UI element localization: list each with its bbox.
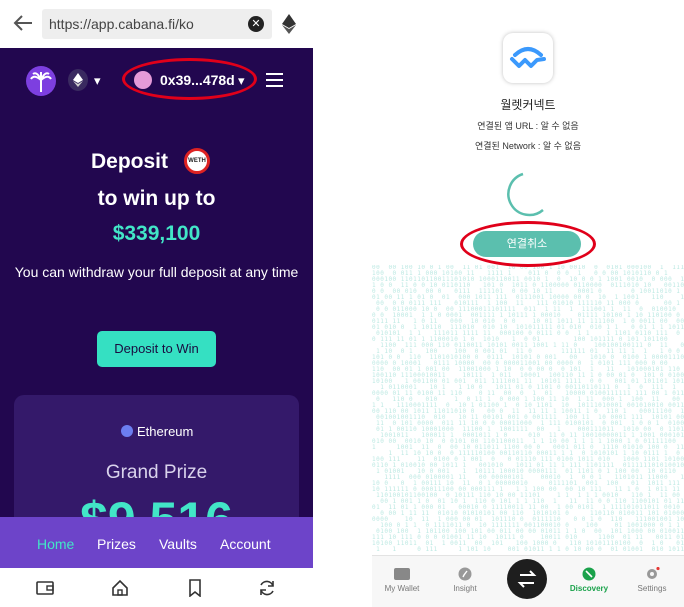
back-arrow-icon[interactable] — [12, 12, 34, 34]
avatar[interactable] — [134, 71, 152, 89]
nav-label: Settings — [637, 584, 667, 593]
clear-url-icon[interactable]: ✕ — [248, 16, 264, 32]
nav-discovery[interactable]: Discovery — [559, 556, 619, 593]
tab-prizes[interactable]: Prizes — [97, 536, 136, 552]
dapp-url-info: 연결된 앱 URL : 알 수 없음 — [477, 121, 579, 131]
home-icon[interactable] — [111, 579, 129, 597]
swap-button[interactable] — [507, 559, 547, 599]
deposit-to-win-button[interactable]: Deposit to Win — [97, 331, 216, 367]
account-chevron-down-icon[interactable]: ▾ — [238, 73, 245, 89]
browser-bottom-bar — [0, 568, 313, 607]
hero-prize-amount: $339,100 — [112, 222, 201, 245]
tab-bar: Home Prizes Vaults Account — [0, 517, 313, 568]
hero-subtitle: to win up to — [97, 187, 216, 210]
swap-arrows-icon — [517, 570, 537, 588]
bookmark-icon[interactable] — [186, 579, 204, 597]
account-address[interactable]: 0x39...478d — [160, 72, 235, 88]
gear-icon — [647, 567, 660, 579]
nav-label: Discovery — [569, 584, 609, 593]
walletconnect-title: 월렛커넥트 — [500, 98, 556, 112]
tab-account[interactable]: Account — [220, 536, 271, 552]
hero-title: Deposit — [91, 150, 169, 173]
card-heading: Grand Prize — [105, 462, 208, 483]
tab-vaults[interactable]: Vaults — [159, 536, 197, 552]
network-chevron-down-icon[interactable]: ▾ — [94, 73, 101, 89]
disconnect-highlight-ring — [460, 221, 596, 267]
cabana-palm-logo-icon[interactable] — [26, 66, 56, 96]
network-ethereum-icon[interactable] — [68, 69, 88, 91]
nav-label: My Wallet — [384, 584, 420, 593]
loading-spinner — [507, 172, 544, 217]
nav-label: Insight — [453, 584, 477, 593]
browser-toolbar: https://app.cabana.fi/ko ✕ — [0, 0, 313, 48]
card-network: Ethereum — [137, 424, 194, 439]
menu-icon[interactable] — [266, 73, 283, 87]
network-info: 연결된 Network : 알 수 없음 — [475, 141, 581, 151]
wallet-app-panel: 00 00 100 10 0 1 00 11 01 001 10 00 100 … — [372, 0, 684, 607]
nav-settings[interactable]: Settings — [622, 556, 682, 593]
weth-token-icon: WETH — [184, 148, 210, 174]
matrix-background-pattern: 00 00 100 10 0 1 00 11 01 001 10 00 100 … — [372, 265, 684, 553]
nav-insight[interactable]: Insight — [435, 556, 495, 593]
hero-description: You can withdraw your full deposit at an… — [14, 264, 299, 280]
ethereum-icon — [121, 425, 133, 437]
wallet-bottom-nav: My Wallet Insight Discovery Settings — [372, 555, 684, 607]
cabana-app-panel: https://app.cabana.fi/ko ✕ ▾ 0x39...478d… — [0, 0, 313, 607]
ethereum-icon[interactable] — [282, 14, 296, 34]
walletconnect-logo-icon — [503, 33, 553, 83]
url-bar[interactable]: https://app.cabana.fi/ko ✕ — [42, 9, 272, 39]
wallet-icon — [394, 568, 410, 580]
nav-my-wallet[interactable]: My Wallet — [372, 556, 432, 593]
discovery-icon — [582, 567, 596, 581]
screen: https://app.cabana.fi/ko ✕ ▾ 0x39...478d… — [0, 0, 684, 607]
wallet-icon[interactable] — [36, 579, 54, 597]
insight-icon — [458, 567, 472, 581]
tab-home[interactable]: Home — [37, 536, 74, 552]
refresh-icon[interactable] — [258, 579, 276, 597]
url-text: https://app.cabana.fi/ko — [49, 16, 194, 32]
